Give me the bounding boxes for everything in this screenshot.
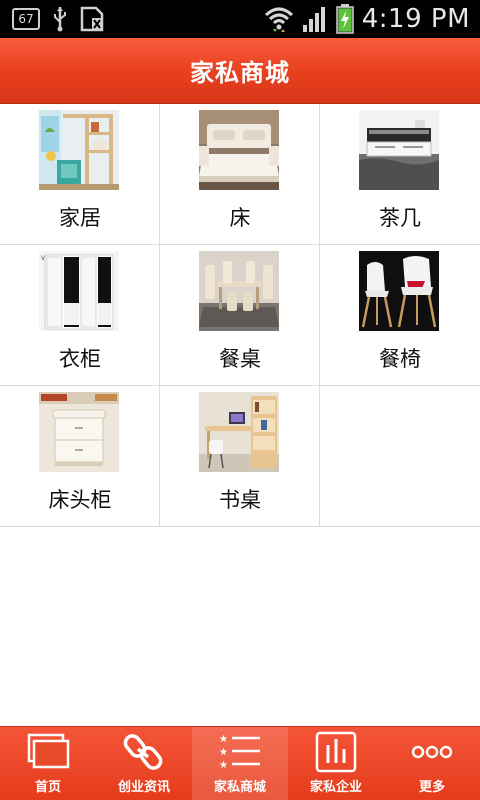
dining-chair-photo xyxy=(359,251,439,331)
tab-furniture-mall[interactable]: ★ ★ ★ 家私商城 xyxy=(192,727,288,800)
tab-label: 家私商城 xyxy=(213,780,266,795)
tab-label: 更多 xyxy=(418,780,445,795)
category-item-dining-table[interactable]: 餐桌 xyxy=(160,245,320,386)
tab-label: 创业资讯 xyxy=(117,780,170,795)
category-item-wardrobe[interactable]: V 衣柜 xyxy=(0,245,160,386)
category-item-desk[interactable]: 书桌 xyxy=(160,386,320,527)
category-item-coffee-table[interactable]: 茶几 xyxy=(320,104,480,245)
category-label: 家居 xyxy=(59,206,101,230)
signal-icon xyxy=(302,7,325,32)
category-label: 衣柜 xyxy=(59,347,101,371)
bed-photo xyxy=(199,110,279,190)
category-label: 床 xyxy=(229,206,251,230)
sim-card-icon xyxy=(80,6,104,32)
dining-table-photo xyxy=(199,251,279,331)
clock-time: 4:19 PM xyxy=(361,4,470,34)
tab-label: 家私企业 xyxy=(309,780,362,795)
wifi-icon xyxy=(264,7,293,32)
battery-charging-icon xyxy=(335,4,354,34)
home-pages-icon xyxy=(27,733,70,769)
app-header: 家私商城 xyxy=(0,38,480,104)
svg-text:★: ★ xyxy=(219,760,228,771)
category-item-home-living[interactable]: 家居 xyxy=(0,104,160,245)
tab-label: 首页 xyxy=(34,780,61,795)
desk-photo xyxy=(199,392,279,472)
coffee-table-photo xyxy=(359,110,439,190)
category-item-bed[interactable]: 床 xyxy=(160,104,320,245)
tab-business-news[interactable]: 创业资讯 xyxy=(96,727,192,800)
category-item-nightstand[interactable]: 床头柜 xyxy=(0,386,160,527)
status-bar: 67 4:19 PM xyxy=(0,0,480,38)
empty-grid-cell xyxy=(320,386,480,527)
list-icon: ★ ★ ★ xyxy=(219,734,260,771)
tab-furniture-companies[interactable]: 家私企业 xyxy=(288,727,384,800)
living-room-photo xyxy=(39,110,119,190)
category-label: 书桌 xyxy=(219,488,261,512)
category-label: 餐桌 xyxy=(219,347,261,371)
more-dots-icon xyxy=(411,745,453,759)
usb-icon xyxy=(54,7,66,32)
svg-text:★: ★ xyxy=(219,747,228,758)
category-label: 餐椅 xyxy=(379,347,421,371)
nightstand-photo xyxy=(39,392,119,472)
category-grid: 家居 床 茶几 V 衣柜 餐桌 餐椅 床头柜 书桌 xyxy=(0,104,480,527)
category-label: 床头柜 xyxy=(48,488,112,512)
bottom-tab-bar: 首页 创业资讯 ★ ★ ★ 家私商城 家私企业 更多 xyxy=(0,726,480,800)
tab-home[interactable]: 首页 xyxy=(0,727,96,800)
chart-icon xyxy=(315,731,357,773)
category-item-dining-chair[interactable]: 餐椅 xyxy=(320,245,480,386)
notification-badge: 67 xyxy=(12,8,40,30)
link-icon xyxy=(123,734,163,770)
page-title: 家私商城 xyxy=(190,59,290,87)
category-label: 茶几 xyxy=(379,206,421,230)
svg-text:★: ★ xyxy=(219,734,228,745)
wardrobe-photo: V xyxy=(39,251,119,331)
tab-more[interactable]: 更多 xyxy=(384,727,480,800)
